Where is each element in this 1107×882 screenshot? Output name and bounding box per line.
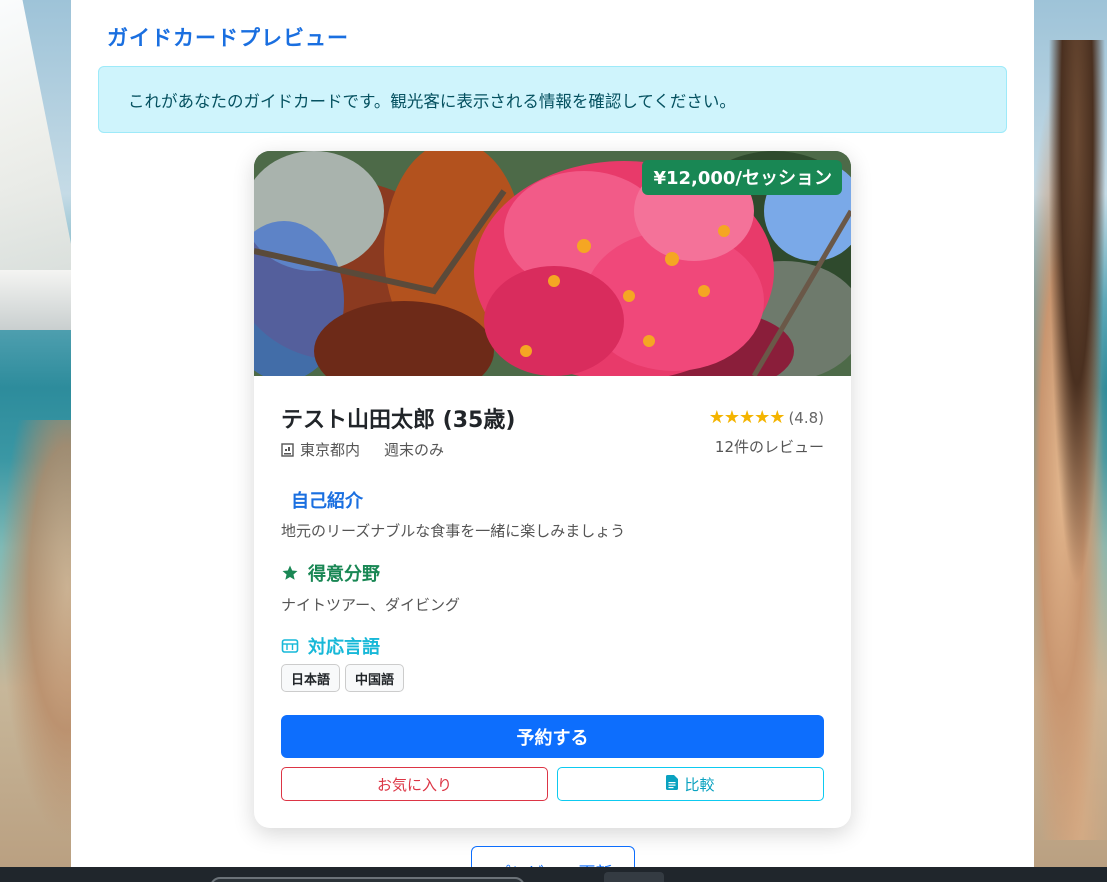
price-badge: ¥12,000/セッション	[642, 160, 842, 195]
background-sailboat-hull	[0, 270, 75, 330]
guide-card-preview-modal: ガイドカードプレビュー これがあなたのガイドカードです。観光客に表示される情報を…	[71, 0, 1034, 882]
skills-text: ナイトツアー、ダイビング	[281, 596, 460, 614]
intro-text: 地元のリーズナブルな食事を一緒に楽しみましょう	[281, 522, 626, 540]
taskbar-search[interactable]	[210, 877, 525, 882]
guide-availability: 週末のみ	[384, 441, 445, 459]
info-alert: これがあなたのガイドカードです。観光客に表示される情報を確認してください。	[98, 66, 1007, 133]
intro-section-title: 自己紹介	[291, 487, 363, 513]
rating-stars: ★★★★★	[708, 407, 786, 428]
review-count: 12件のレビュー	[714, 438, 824, 456]
rating-value: (4.8)	[788, 409, 824, 427]
taskbar	[0, 867, 1107, 882]
guide-photo: ¥12,000/セッション	[254, 151, 851, 376]
language-badge: 日本語	[281, 664, 341, 692]
favorite-button[interactable]: お気に入り	[281, 767, 548, 801]
star-icon	[281, 564, 299, 582]
background-figure-right	[1032, 40, 1107, 840]
background-figure-left	[0, 420, 75, 840]
languages-section-title: 対応言語	[281, 633, 380, 659]
file-icon	[666, 774, 679, 794]
guide-name: テスト山田太郎 (35歳)	[281, 408, 516, 433]
taskbar-button[interactable]	[604, 872, 664, 882]
guide-location: 東京都内	[300, 441, 361, 459]
info-alert-text: これがあなたのガイドカードです。観光客に表示される情報を確認してください。	[128, 91, 736, 111]
skills-title-text: 得意分野	[308, 564, 380, 585]
guide-card: ¥12,000/セッション テスト山田太郎 (35歳) 東京都内 週末のみ ★★…	[254, 151, 851, 828]
building-icon	[281, 442, 294, 457]
skills-section-title: 得意分野	[281, 560, 380, 586]
languages-title-text: 対応言語	[308, 637, 380, 658]
modal-title: ガイドカードプレビュー	[107, 26, 349, 50]
language-badges: 日本語 中国語	[281, 664, 405, 692]
translate-icon	[281, 637, 299, 655]
guide-meta: 東京都内 週末のみ	[281, 439, 444, 460]
compare-button[interactable]: 比較	[557, 767, 824, 801]
language-badge: 中国語	[345, 664, 405, 692]
intro-title-text: 自己紹介	[291, 491, 363, 512]
reserve-button[interactable]: 予約する	[281, 715, 824, 758]
compare-label: 比較	[684, 775, 715, 794]
rating-block: ★★★★★ (4.8) 12件のレビュー	[709, 407, 824, 457]
